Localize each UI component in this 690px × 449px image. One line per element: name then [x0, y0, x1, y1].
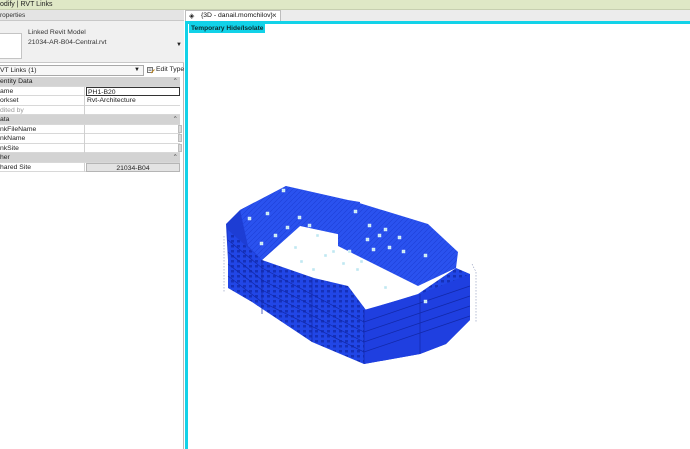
view-tab-strip: ◈ {3D - danail.momchilov} ×: [185, 10, 690, 21]
instance-row: VT Links (1) ▼ Edit Type: [0, 65, 184, 77]
chevron-down-icon[interactable]: ▼: [176, 42, 182, 48]
contextual-tab-label: odify | RVT Links: [0, 1, 53, 8]
collapse-icon[interactable]: ⌃: [173, 115, 178, 123]
workset-field[interactable]: Rvt-Architecture: [86, 96, 180, 106]
category-other[interactable]: her ⌃: [0, 153, 180, 163]
property-label: nkFileName: [0, 125, 37, 133]
property-name-cell: nkSite: [0, 143, 85, 153]
property-value: 21034-B04: [116, 164, 150, 172]
scrollbar-thumb[interactable]: [178, 143, 182, 152]
linked-building-model[interactable]: [188, 24, 690, 449]
property-row-name: ame PH1-B20: [0, 86, 180, 96]
shared-site-button[interactable]: 21034-B04: [86, 162, 180, 172]
property-label: dited by: [0, 106, 24, 114]
instance-filter-value: VT Links (1): [0, 67, 37, 74]
category-label: ata: [0, 116, 10, 123]
name-field[interactable]: PH1-B20: [86, 86, 180, 96]
property-label: nkName: [0, 135, 26, 142]
property-value: PH1-B20: [88, 88, 116, 96]
collapse-icon[interactable]: ⌃: [173, 77, 178, 85]
category-identity-data[interactable]: entity Data ⌃: [0, 77, 180, 87]
edit-type-label: Edit Type: [156, 66, 185, 73]
link-site-field[interactable]: [86, 144, 180, 154]
3d-view-icon: ◈: [189, 13, 195, 20]
type-family-name: Linked Revit Model: [28, 29, 86, 36]
type-thumbnail-icon: [0, 33, 22, 59]
category-label: entity Data: [0, 78, 33, 85]
edit-type-icon: [147, 67, 155, 74]
type-file-name: 21034-AR-B04-Central.rvt: [28, 39, 107, 46]
property-label: orkset: [0, 97, 19, 104]
properties-title: roperties: [0, 12, 26, 19]
close-icon[interactable]: ×: [272, 11, 277, 20]
type-selector[interactable]: Linked Revit Model 21034-AR-B04-Central.…: [0, 21, 184, 63]
property-name-cell: nkName: [0, 134, 85, 144]
tab-3d-view[interactable]: ◈ {3D - danail.momchilov} ×: [185, 10, 281, 21]
instance-filter-dropdown[interactable]: VT Links (1) ▼: [0, 65, 144, 76]
properties-title-bar[interactable]: roperties: [0, 10, 184, 21]
category-label: her: [0, 154, 10, 161]
category-data[interactable]: ata ⌃: [0, 115, 180, 125]
properties-grid: entity Data ⌃ ame PH1-B20 orkset Rvt-Arc…: [0, 77, 182, 172]
contextual-ribbon-tab[interactable]: odify | RVT Links: [0, 0, 690, 10]
edited-by-field: [86, 106, 180, 116]
property-name-cell: ame: [0, 86, 85, 96]
property-row-link-site: nkSite: [0, 143, 182, 154]
chevron-down-icon: ▼: [134, 67, 140, 73]
scrollbar-thumb[interactable]: [178, 134, 182, 142]
property-value: Rvt-Architecture: [87, 97, 136, 104]
3d-viewport[interactable]: Temporary Hide/Isolate: [185, 21, 690, 449]
property-name-cell: hared Site: [0, 162, 85, 172]
tab-label: {3D - danail.momchilov}: [201, 12, 273, 19]
property-name-cell: nkFileName: [0, 124, 85, 134]
building-geometry: [223, 186, 477, 364]
property-row-link-file-name: nkFileName: [0, 124, 182, 135]
property-row-shared-site: hared Site 21034-B04: [0, 162, 180, 172]
property-label: ame: [0, 87, 14, 95]
collapse-icon[interactable]: ⌃: [173, 153, 178, 161]
property-label: hared Site: [0, 163, 31, 171]
property-row-link-name: nkName: [0, 134, 182, 144]
edit-type-button[interactable]: Edit Type: [147, 65, 184, 76]
link-name-field[interactable]: [86, 134, 180, 144]
properties-palette: roperties Linked Revit Model 21034-AR-B0…: [0, 10, 184, 449]
link-file-name-field[interactable]: [86, 125, 180, 135]
property-name-cell: dited by: [0, 105, 85, 115]
property-name-cell: orkset: [0, 96, 85, 106]
property-row-edited-by: dited by: [0, 105, 180, 116]
property-row-workset: orkset Rvt-Architecture: [0, 96, 180, 106]
scrollbar-thumb[interactable]: [178, 124, 182, 133]
property-label: nkSite: [0, 144, 19, 152]
